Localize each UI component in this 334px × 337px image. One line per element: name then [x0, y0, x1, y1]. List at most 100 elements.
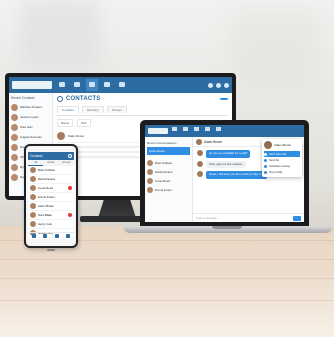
- nav-chat-icon[interactable]: [182, 127, 189, 135]
- avatar: [11, 103, 18, 111]
- conversation-item[interactable]: Brian Sullivan: [147, 158, 190, 167]
- popup-header: Adam Brown: [264, 141, 300, 149]
- conversation-item[interactable]: Lucas Reed: [147, 176, 190, 185]
- phone-tab[interactable]: All: [28, 160, 44, 166]
- phone-app-screen: Contacts All Online Groups Brian Sullivan R…: [28, 152, 74, 239]
- sidebar-title: Recent Contacts: [11, 96, 35, 100]
- conversation-item[interactable]: Emma Foster: [147, 185, 190, 194]
- nav-settings-icon[interactable]: [66, 234, 71, 238]
- photo-scene: Recent Contacts Matthew Powers Joanna Lew…: [0, 0, 334, 337]
- desktop-top-bar: [9, 77, 232, 93]
- notification-icon[interactable]: [208, 82, 213, 88]
- avatar: [197, 160, 203, 167]
- nav-icon: [74, 82, 80, 87]
- nav-item[interactable]: [56, 79, 68, 91]
- avatar: [147, 159, 153, 166]
- settings-icon[interactable]: [216, 82, 221, 88]
- filter-dropdown[interactable]: Sort: [77, 119, 91, 127]
- avatar: [147, 186, 153, 193]
- nav-icon: [104, 82, 110, 87]
- search-icon[interactable]: [68, 154, 72, 158]
- nav-item[interactable]: [101, 79, 113, 91]
- nav-calls-icon[interactable]: [54, 234, 59, 238]
- page-header: CONTACTS: [57, 96, 228, 102]
- home-button[interactable]: [47, 249, 55, 251]
- message-bubble: Sure, give me five minutes.: [206, 160, 246, 169]
- action-icon: [264, 158, 267, 162]
- smartphone: Contacts All Online Groups Brian Sullivan R…: [24, 144, 78, 251]
- avatar: [11, 173, 18, 181]
- phone-contact-row[interactable]: Nora Blake: [28, 211, 74, 220]
- popup-action[interactable]: View profile: [264, 169, 300, 175]
- phone-contact-row[interactable]: Adam Brown: [28, 202, 74, 211]
- message-bubble: Great, I will send you the meeting invit…: [206, 171, 268, 179]
- filter-dropdown[interactable]: Name: [57, 119, 74, 127]
- nav-item[interactable]: [86, 79, 98, 91]
- laptop-nav: [171, 127, 222, 135]
- tab-groups[interactable]: Groups: [106, 106, 127, 113]
- app-logo: [12, 81, 52, 89]
- laptop-top-bar: [145, 125, 304, 137]
- nav-calendar-icon[interactable]: [204, 127, 211, 135]
- avatar: [30, 194, 36, 200]
- contact-popup: Adam Brown Start video call Send file Sche…: [262, 139, 302, 177]
- action-icon: [264, 170, 267, 174]
- avatar[interactable]: [224, 82, 229, 88]
- sidebar-contact[interactable]: Matthew Powers: [11, 102, 50, 112]
- send-button[interactable]: [293, 215, 301, 221]
- background-blur: [20, 0, 100, 70]
- popup-contact-name: Adam Brown: [274, 143, 292, 147]
- phone-contact-row[interactable]: Brian Sullivan: [28, 166, 74, 175]
- phone-tabs: All Online Groups: [28, 160, 74, 166]
- nav-home-icon[interactable]: [171, 127, 178, 135]
- nav-files-icon[interactable]: [215, 127, 222, 135]
- avatar: [196, 138, 202, 145]
- avatar: [197, 171, 203, 178]
- sidebar-contact[interactable]: Paul Hart: [11, 122, 50, 132]
- nav-contacts-icon[interactable]: [43, 234, 48, 238]
- add-contact-button[interactable]: [220, 98, 228, 100]
- avatar: [197, 150, 203, 156]
- phone-contact-name: Henry Cole: [38, 222, 52, 226]
- phone-contact-row[interactable]: Emma Foster: [28, 193, 74, 202]
- message-input[interactable]: Type a message...: [193, 213, 304, 222]
- phone-tab[interactable]: Groups: [59, 160, 74, 166]
- nav-chat-icon[interactable]: [31, 234, 36, 238]
- phone-bottom-nav: [28, 232, 74, 239]
- nav-contacts-icon[interactable]: [193, 127, 200, 135]
- phone-contact-name: Lucas Reed: [38, 186, 53, 190]
- phone-tab[interactable]: Online: [43, 160, 58, 166]
- phone-contact-name: Nora Blake: [38, 213, 52, 217]
- contact-card-name: Katie Moore: [68, 134, 85, 138]
- message-bubble: Hi, are you available for a call?: [206, 150, 251, 158]
- contact-name: Joanna Lewis: [20, 115, 39, 119]
- phone-top-bar: Contacts: [28, 152, 74, 160]
- conversation-item[interactable]: Rachel Evans: [147, 167, 190, 176]
- phone-contact-row[interactable]: Henry Cole: [28, 220, 74, 229]
- nav-item[interactable]: [71, 79, 83, 91]
- selected-conversation[interactable]: Team Room: [147, 147, 190, 155]
- popup-action-label: Start video call: [269, 152, 287, 156]
- avatar: [30, 176, 36, 182]
- nav-icon: [59, 82, 65, 87]
- phone-contact-row[interactable]: Lucas Reed: [28, 184, 74, 193]
- conversation-name: Lucas Reed: [155, 178, 170, 183]
- action-icon: [264, 164, 267, 168]
- nav-item[interactable]: [116, 79, 128, 91]
- avatar: [11, 123, 18, 131]
- phone-contact-name: Adam Brown: [38, 204, 55, 208]
- conversation-name: Brian Sullivan: [155, 160, 173, 165]
- phone-contact-name: Emma Foster: [38, 195, 55, 199]
- sidebar-contact[interactable]: Angela Newman: [11, 132, 50, 142]
- avatar: [11, 143, 18, 151]
- tab-contacts[interactable]: Contacts: [57, 106, 79, 113]
- tab-directory[interactable]: Directory: [81, 106, 104, 113]
- selected-conversation-label: Team Room: [149, 149, 166, 153]
- desktop-nav: [56, 79, 128, 91]
- avatar: [147, 177, 153, 184]
- laptop-notch: [212, 226, 242, 229]
- popup-action-label: Send file: [269, 158, 280, 162]
- sidebar-contact[interactable]: Joanna Lewis: [11, 112, 50, 122]
- phone-contact-row[interactable]: Rachel Evans: [28, 175, 74, 184]
- contacts-icon: [57, 96, 63, 102]
